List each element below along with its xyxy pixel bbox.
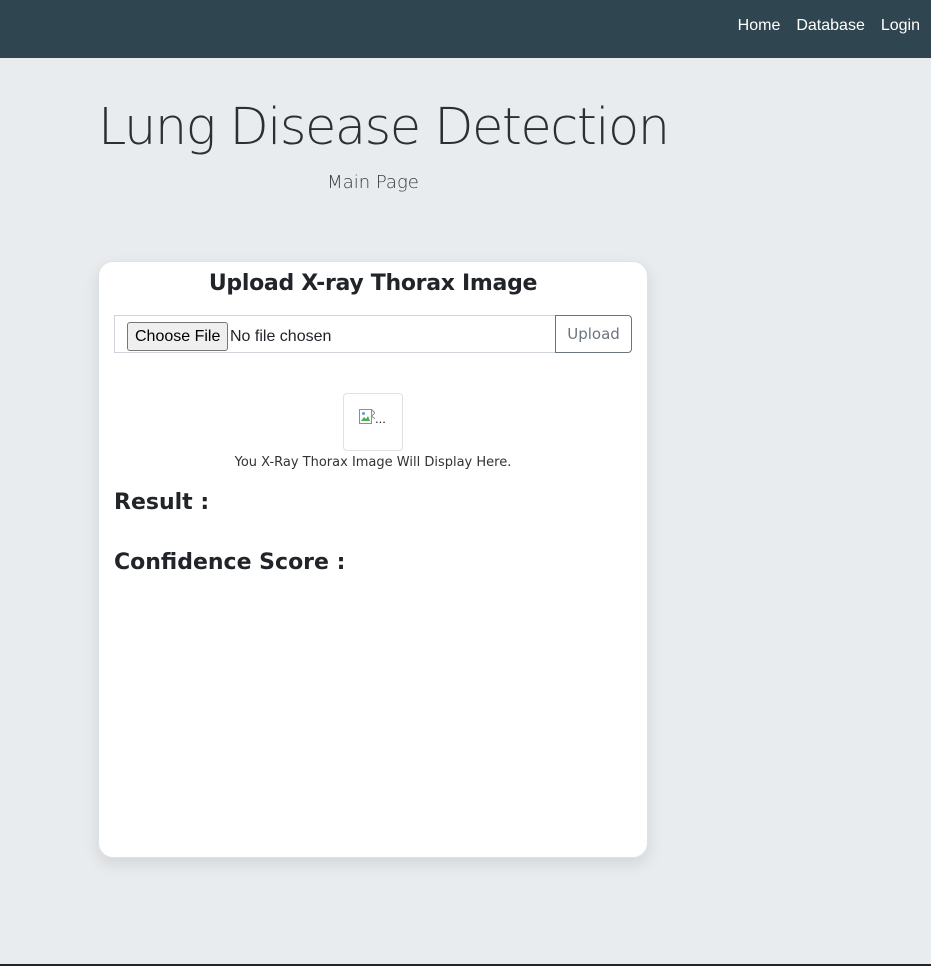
nav-link-login[interactable]: Login	[881, 17, 920, 35]
choose-file-button[interactable]: Choose File	[127, 322, 229, 351]
top-navbar: Home Database Login	[0, 0, 931, 58]
image-preview-caption: You X-Ray Thorax Image Will Display Here…	[234, 455, 512, 470]
xray-image-preview: ...	[343, 393, 403, 451]
result-label: Result :	[114, 490, 210, 515]
file-input[interactable]: Choose File No file chosen	[114, 315, 556, 353]
image-alt-text: ...	[375, 411, 386, 426]
page-title: Lung Disease Detection	[98, 98, 670, 157]
nav-link-home[interactable]: Home	[738, 17, 781, 35]
upload-button[interactable]: Upload	[555, 315, 632, 353]
file-status-text: No file chosen	[230, 328, 332, 345]
page-subtitle: Main Page	[327, 172, 419, 193]
broken-image-icon	[359, 409, 375, 424]
nav-link-database[interactable]: Database	[796, 17, 865, 35]
upload-card-title: Upload X-ray Thorax Image	[208, 271, 538, 296]
upload-form: Choose File No file chosen Upload	[114, 315, 633, 353]
nav-links: Home Database Login	[722, 0, 920, 52]
hero-section: Lung Disease Detection Main Page	[98, 92, 670, 193]
upload-card: Upload X-ray Thorax Image Choose File No…	[98, 261, 648, 858]
confidence-score-label: Confidence Score :	[114, 550, 346, 575]
